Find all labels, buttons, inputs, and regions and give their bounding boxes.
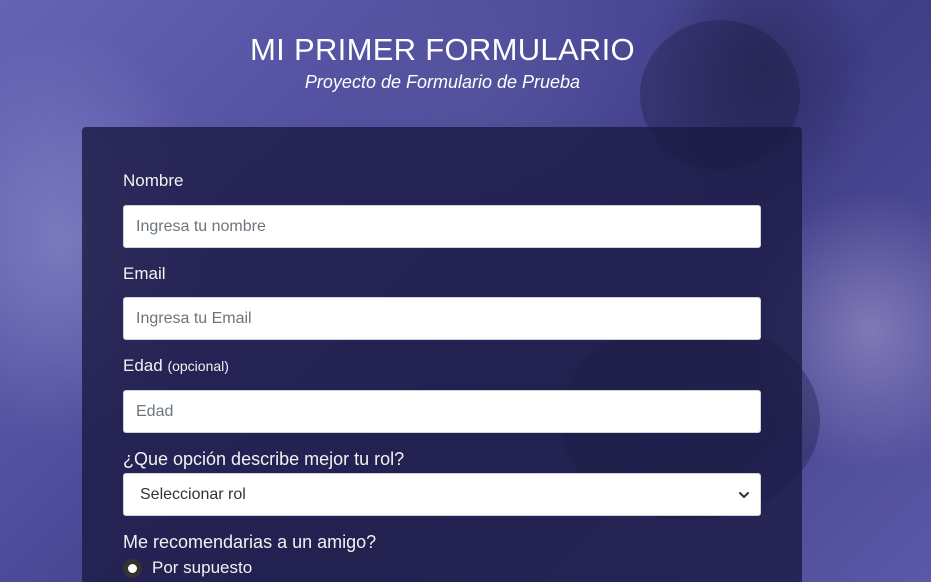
- role-field-group: ¿Que opción describe mejor tu rol?: [123, 449, 761, 470]
- role-select-value: Seleccionar rol: [140, 485, 246, 503]
- email-label: Email: [123, 264, 166, 283]
- form-card: Nombre Email Edad (opcional) ¿Que opción…: [82, 127, 802, 582]
- email-field-group: Email: [123, 264, 761, 284]
- page-title: MI PRIMER FORMULARIO: [250, 32, 635, 67]
- email-input[interactable]: [123, 297, 761, 340]
- role-select[interactable]: Seleccionar rol: [123, 473, 761, 516]
- recommend-option-label: Por supuesto: [152, 558, 253, 577]
- age-field-group: Edad (opcional): [123, 356, 761, 376]
- page-header: MI PRIMER FORMULARIO Proyecto de Formula…: [0, 31, 885, 94]
- role-label: ¿Que opción describe mejor tu rol?: [123, 449, 405, 469]
- age-label: Edad (opcional): [123, 356, 229, 375]
- page-subtitle: Proyecto de Formulario de Prueba: [304, 72, 581, 92]
- chevron-down-icon: [739, 491, 749, 498]
- age-input[interactable]: [123, 390, 761, 433]
- age-optional-hint: (opcional): [167, 358, 229, 374]
- recommend-radio-por-supuesto[interactable]: [123, 558, 142, 578]
- age-label-text: Edad: [123, 356, 163, 375]
- name-label: Nombre: [123, 171, 184, 190]
- recommend-option[interactable]: Por supuesto: [123, 558, 761, 578]
- recommend-label: Me recomendarias a un amigo?: [123, 532, 377, 552]
- recommend-field-group: Me recomendarias a un amigo?: [123, 532, 761, 553]
- name-field-group: Nombre: [123, 171, 761, 191]
- name-input[interactable]: [123, 205, 761, 248]
